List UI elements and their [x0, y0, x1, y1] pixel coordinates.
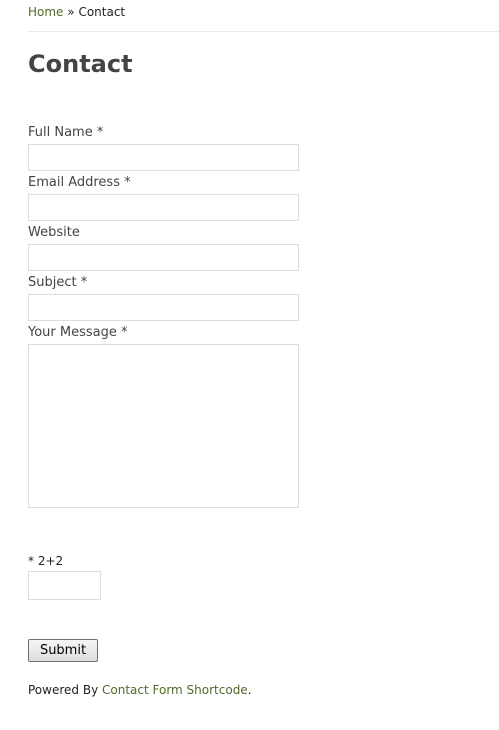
- message-textarea[interactable]: [28, 344, 299, 508]
- captcha-label: * 2+2: [28, 554, 64, 568]
- submit-button[interactable]: Submit: [28, 639, 98, 662]
- powered-by-suffix: .: [247, 683, 252, 697]
- website-label: Website: [28, 225, 80, 240]
- header-divider: [28, 31, 499, 32]
- powered-by-link[interactable]: Contact Form Shortcode: [102, 683, 248, 697]
- captcha-input[interactable]: [28, 571, 101, 600]
- subject-label: Subject *: [28, 275, 88, 290]
- powered-by-text: Powered By Contact Form Shortcode.: [28, 683, 252, 698]
- breadcrumb-current: Contact: [78, 5, 126, 19]
- full-name-label: Full Name *: [28, 125, 104, 140]
- breadcrumb: Home » Contact: [28, 4, 125, 20]
- website-input[interactable]: [28, 244, 299, 271]
- powered-by-prefix: Powered By: [28, 683, 99, 697]
- page-title: Contact: [28, 50, 133, 78]
- message-label: Your Message *: [28, 325, 128, 340]
- full-name-input[interactable]: [28, 144, 299, 171]
- email-input[interactable]: [28, 194, 299, 221]
- breadcrumb-home-link[interactable]: Home: [28, 5, 63, 19]
- breadcrumb-separator: »: [67, 5, 75, 19]
- subject-input[interactable]: [28, 294, 299, 321]
- email-label: Email Address *: [28, 175, 131, 190]
